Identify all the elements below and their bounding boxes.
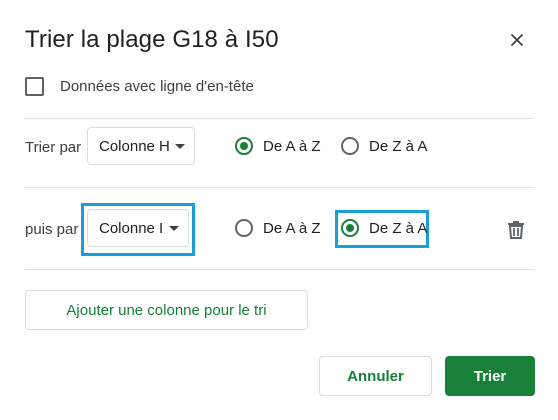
sort-range-dialog: Trier la plage G18 à I50 Données avec li… xyxy=(0,0,558,420)
divider xyxy=(25,269,534,270)
then-asc-radio[interactable]: De A à Z xyxy=(235,219,321,237)
then-desc-radio[interactable]: De Z à A xyxy=(341,219,427,237)
sort-button[interactable]: Trier xyxy=(445,356,535,396)
dialog-title: Trier la plage G18 à I50 xyxy=(25,26,279,53)
header-row-option[interactable]: Données avec ligne d'en-tête xyxy=(25,75,254,97)
then-asc-label: De A à Z xyxy=(263,219,321,237)
chevron-down-icon xyxy=(169,226,179,231)
then-column-select[interactable]: Colonne I xyxy=(87,209,189,247)
radio-checked-icon xyxy=(235,137,253,155)
sort-column-value: Colonne H xyxy=(99,137,170,155)
close-icon[interactable] xyxy=(507,30,527,50)
radio-unchecked-icon xyxy=(235,219,253,237)
sort-by-label: Trier par xyxy=(25,139,82,156)
sort-asc-label: De A à Z xyxy=(263,137,321,155)
header-row-label: Données avec ligne d'en-tête xyxy=(60,77,254,95)
sort-desc-label: De Z à A xyxy=(369,137,428,155)
sort-asc-radio[interactable]: De A à Z xyxy=(235,137,321,155)
sort-column-select[interactable]: Colonne H xyxy=(87,127,195,165)
sort-desc-radio[interactable]: De Z à A xyxy=(341,137,427,155)
add-sort-column-button[interactable]: Ajouter une colonne pour le tri xyxy=(25,290,308,330)
divider xyxy=(25,118,534,119)
then-desc-label: De Z à A xyxy=(369,219,428,237)
radio-unchecked-icon xyxy=(341,137,359,155)
divider xyxy=(25,187,534,188)
trash-icon[interactable] xyxy=(505,218,527,240)
then-column-value: Colonne I xyxy=(99,219,164,237)
header-row-checkbox[interactable] xyxy=(25,76,44,96)
chevron-down-icon xyxy=(175,144,185,149)
radio-checked-icon xyxy=(341,219,359,237)
cancel-button[interactable]: Annuler xyxy=(319,356,432,396)
then-by-label: puis par xyxy=(25,221,79,238)
